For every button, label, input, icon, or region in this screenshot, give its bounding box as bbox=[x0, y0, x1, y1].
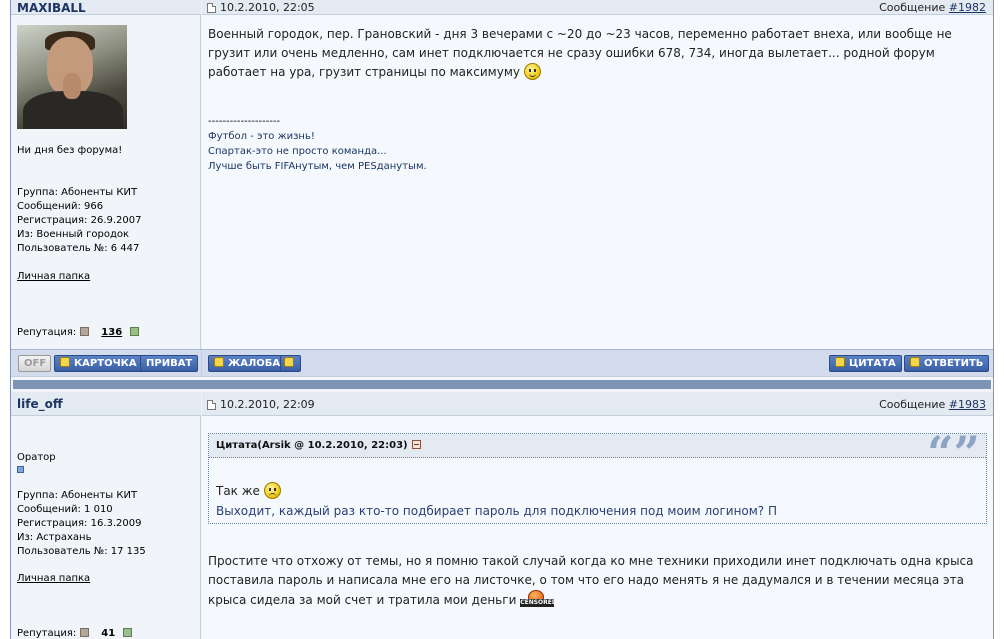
author-name-link[interactable]: life_off bbox=[17, 397, 63, 411]
sad-smile-icon bbox=[263, 482, 281, 499]
report-button[interactable]: ЖАЛОБА bbox=[208, 355, 287, 372]
post-body: Военный городок, пер. Грановский - дня 3… bbox=[208, 25, 981, 82]
post-content: Военный городок, пер. Грановский - дня 3… bbox=[202, 0, 993, 349]
post-button-bar: OFF КАРТОЧКА ПРИВАТ ЖАЛОБА ЦИТАТА ОТВЕТИ… bbox=[11, 349, 993, 377]
signature-line: Спартак-это не просто команда... bbox=[208, 146, 387, 157]
reply-quote-icon bbox=[910, 357, 920, 367]
post-date-icon bbox=[207, 400, 216, 410]
user-registered: Регистрация: 26.9.2007 bbox=[17, 215, 142, 226]
message-number-link[interactable]: #1983 bbox=[949, 398, 986, 411]
scroll-top-button[interactable] bbox=[280, 355, 301, 372]
author-name-bar: life_off bbox=[11, 392, 201, 416]
quote-block: Цитата(Arsik @ 10.2.2010, 22:03) “” Так … bbox=[208, 428, 987, 524]
quote-mark-icon: “” bbox=[927, 426, 980, 480]
online-status-button[interactable]: OFF bbox=[18, 355, 51, 372]
user-message-count: Сообщений: 966 bbox=[17, 201, 104, 212]
reply-button[interactable]: ОТВЕТИТЬ bbox=[904, 355, 990, 372]
censored-bar: CENSORED bbox=[520, 599, 557, 607]
message-label: Сообщение bbox=[879, 398, 946, 411]
user-group: Группа: Абоненты КИТ bbox=[17, 490, 138, 501]
quote-button[interactable]: ЦИТАТА bbox=[829, 355, 902, 372]
post-content: Цитата(Arsik @ 10.2.2010, 22:03) “” Так … bbox=[202, 392, 993, 639]
reputation-plus-icon[interactable] bbox=[130, 327, 140, 336]
author-name-link[interactable]: MAXIBALL bbox=[17, 1, 86, 15]
quote-title-text: Цитата(Arsik @ 10.2.2010, 22:03) bbox=[216, 440, 408, 451]
reputation-value[interactable]: 136 bbox=[101, 327, 122, 338]
reputation-label: Репутация: bbox=[17, 628, 77, 639]
forum-topic: MAXIBALL Ни дня без форума! Группа: Абон… bbox=[10, 0, 994, 639]
post: MAXIBALL Ни дня без форума! Группа: Абон… bbox=[11, 0, 993, 349]
user-status-text: Ни дня без форума! bbox=[17, 145, 123, 156]
user-number: Пользователь №: 17 135 bbox=[17, 546, 146, 557]
plus-icon bbox=[835, 357, 845, 367]
quote-label: ЦИТАТА bbox=[849, 358, 896, 369]
post-author-panel: MAXIBALL Ни дня без форума! Группа: Абон… bbox=[11, 0, 201, 349]
user-icon bbox=[60, 357, 70, 367]
reputation-minus-icon[interactable] bbox=[80, 327, 90, 336]
post-author-panel: life_off Оратор Группа: Абоненты КИТ Соо… bbox=[11, 392, 201, 639]
message-number: Сообщение #1983 bbox=[879, 398, 986, 411]
report-label: ЖАЛОБА bbox=[228, 358, 281, 369]
quote-line: Так же bbox=[216, 481, 978, 501]
reputation: Репутация: 136 bbox=[17, 327, 140, 338]
user-location: Из: Военный городок bbox=[17, 229, 130, 240]
reply-label: ОТВЕТИТЬ bbox=[924, 358, 984, 369]
post: life_off Оратор Группа: Абоненты КИТ Соо… bbox=[11, 392, 993, 639]
post-date: 10.2.2010, 22:09 bbox=[220, 398, 315, 411]
post-separator bbox=[11, 376, 993, 392]
button-bar-divider bbox=[201, 350, 202, 377]
post-header: 10.2.2010, 22:05 Сообщение #1982 bbox=[202, 0, 993, 15]
censored-icon: CENSORED bbox=[520, 590, 557, 608]
message-number: Сообщение #1982 bbox=[879, 1, 986, 14]
user-rank: Оратор bbox=[17, 452, 56, 463]
personal-folder-link[interactable]: Личная папка bbox=[17, 271, 90, 282]
author-name-bar: MAXIBALL bbox=[11, 0, 201, 15]
user-message-count: Сообщений: 1 010 bbox=[17, 504, 113, 515]
quote-source-link-icon[interactable] bbox=[411, 440, 421, 449]
reputation-value: 41 bbox=[101, 628, 116, 639]
reputation: Репутация: 41 bbox=[17, 628, 133, 639]
message-number-link[interactable]: #1982 bbox=[949, 1, 986, 14]
separator-strip bbox=[13, 380, 991, 389]
user-number: Пользователь №: 6 447 bbox=[17, 243, 140, 254]
signature-line: Футбол - это жизнь! bbox=[208, 131, 315, 142]
quote-line: Выходит, каждый раз кто-то подбирает пар… bbox=[216, 504, 778, 518]
avatar bbox=[17, 25, 127, 129]
signature-divider: -------------------- bbox=[208, 116, 281, 127]
user-registered: Регистрация: 16.3.2009 bbox=[17, 518, 142, 529]
private-message-button[interactable]: ПРИВАТ bbox=[140, 355, 199, 372]
post-body: Простите что отхожу от темы, но я помню … bbox=[208, 552, 981, 610]
quote-line-text: Так же bbox=[216, 484, 260, 498]
reputation-label: Репутация: bbox=[17, 327, 77, 338]
personal-folder-link[interactable]: Личная папка bbox=[17, 573, 90, 584]
quote-title: Цитата(Arsik @ 10.2.2010, 22:03) bbox=[216, 440, 421, 451]
user-location: Из: Астрахань bbox=[17, 532, 92, 543]
quote-body: Так же Выходит, каждый раз кто-то подбир… bbox=[216, 481, 978, 521]
post-date-icon bbox=[207, 3, 216, 13]
smile-icon bbox=[523, 63, 541, 80]
rank-pip-icon bbox=[17, 466, 24, 473]
post-text: Простите что отхожу от темы, но я помню … bbox=[208, 554, 974, 607]
reputation-minus-icon[interactable] bbox=[80, 628, 90, 637]
reputation-plus-icon[interactable] bbox=[123, 628, 133, 637]
post-header: 10.2.2010, 22:09 Сообщение #1983 bbox=[202, 392, 993, 416]
signature: -------------------- Футбол - это жизнь!… bbox=[208, 114, 427, 174]
profile-card-label: КАРТОЧКА bbox=[74, 358, 137, 369]
post-date: 10.2.2010, 22:05 bbox=[220, 1, 315, 14]
signature-line: Лучше быть FIFAнутым, чем PESданутым. bbox=[208, 161, 427, 172]
message-label: Сообщение bbox=[879, 1, 946, 14]
warning-icon bbox=[214, 357, 224, 367]
profile-card-button[interactable]: КАРТОЧКА bbox=[54, 355, 143, 372]
post-text: Военный городок, пер. Грановский - дня 3… bbox=[208, 27, 952, 79]
arrow-up-icon bbox=[284, 357, 294, 367]
quote-header: Цитата(Arsik @ 10.2.2010, 22:03) “” bbox=[209, 428, 986, 478]
avatar-hand bbox=[63, 73, 81, 99]
user-group: Группа: Абоненты КИТ bbox=[17, 187, 138, 198]
